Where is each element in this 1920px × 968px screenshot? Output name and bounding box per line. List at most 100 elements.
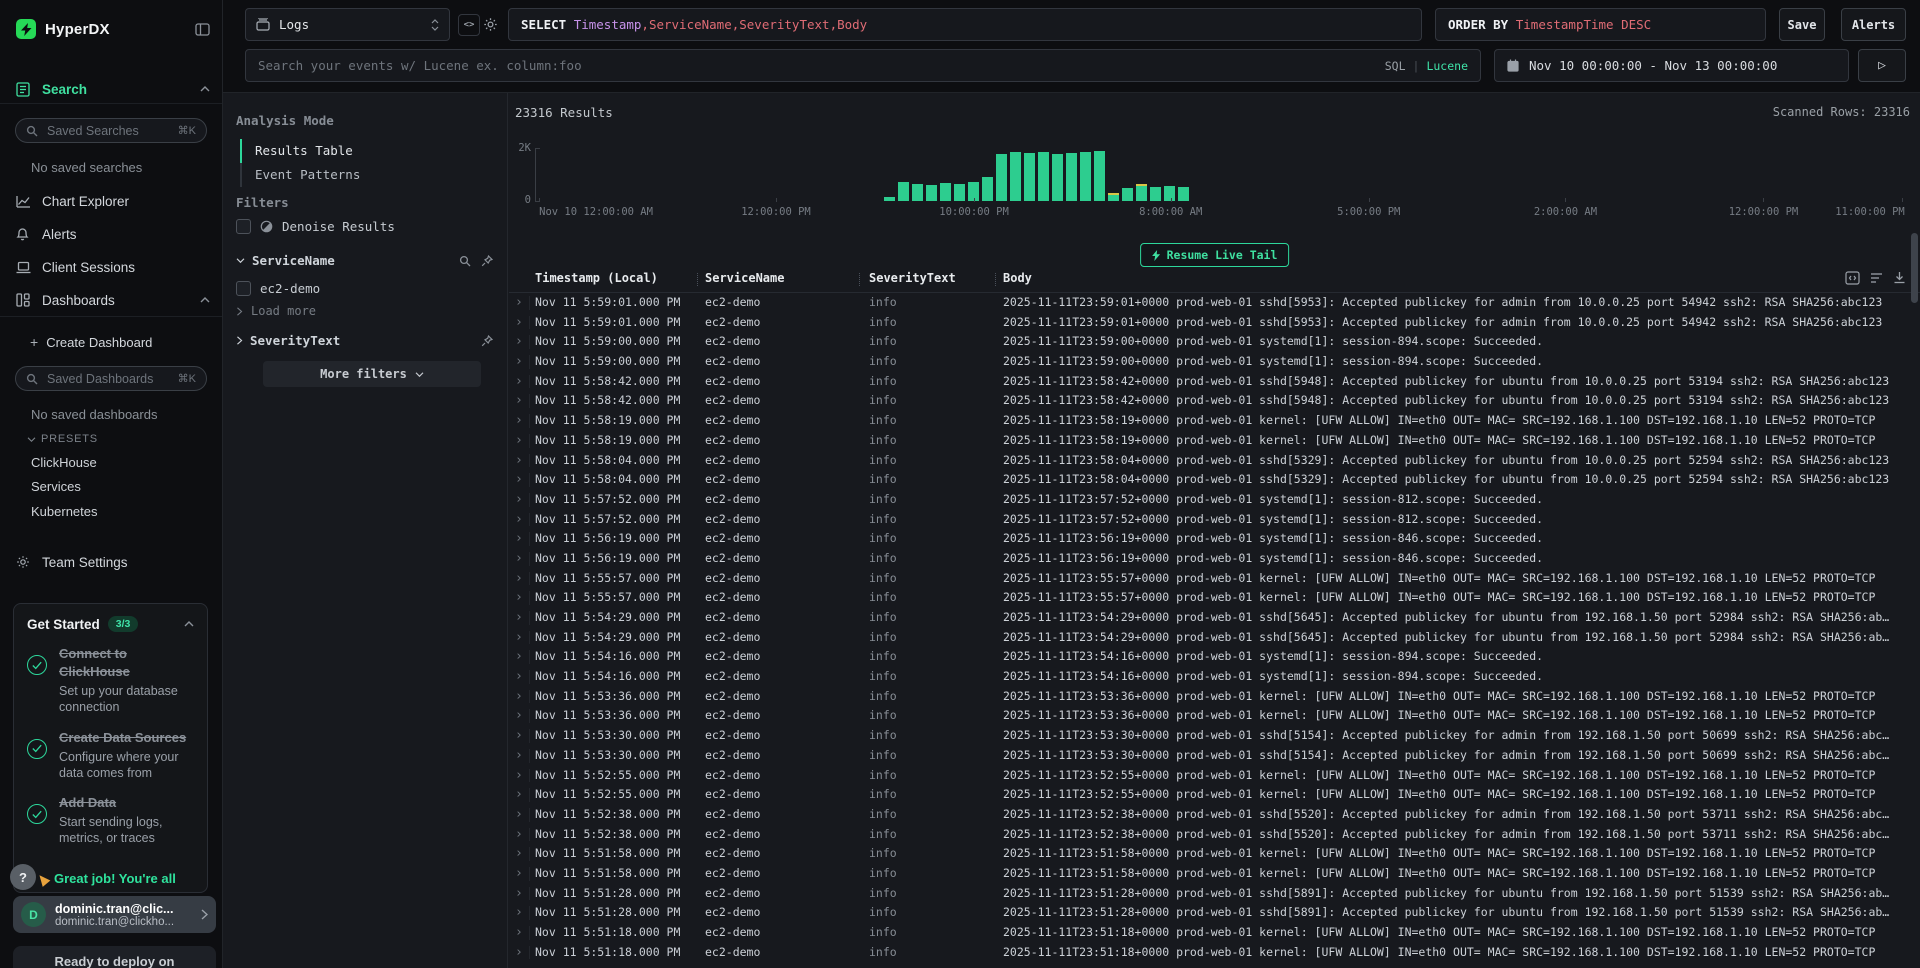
get-started-item[interactable]: Add DataStart sending logs, metrics, or … (27, 794, 194, 847)
chart-bar[interactable] (1024, 153, 1035, 201)
table-row[interactable]: ›Nov 11 5:51:58.000 PMec2-demoinfo2025-1… (509, 844, 1920, 864)
row-expand-icon[interactable]: › (515, 706, 523, 726)
preset-kubernetes[interactable]: Kubernetes (31, 504, 98, 519)
pin-icon[interactable] (481, 255, 493, 267)
row-expand-icon[interactable]: › (515, 529, 523, 549)
table-row[interactable]: ›Nov 11 5:56:19.000 PMec2-demoinfo2025-1… (509, 529, 1920, 549)
table-row[interactable]: ›Nov 11 5:54:29.000 PMec2-demoinfo2025-1… (509, 608, 1920, 628)
select-query-input[interactable]: SELECT Timestamp,ServiceName,SeverityTex… (508, 8, 1422, 41)
help-button[interactable]: ? (10, 864, 36, 890)
row-expand-icon[interactable]: › (515, 864, 523, 884)
table-row[interactable]: ›Nov 11 5:56:19.000 PMec2-demoinfo2025-1… (509, 549, 1920, 569)
denoise-checkbox-row[interactable]: Denoise Results (236, 219, 395, 234)
row-expand-icon[interactable]: › (515, 431, 523, 451)
chart-bar[interactable] (982, 177, 993, 201)
resume-live-tail-button[interactable]: Resume Live Tail (1140, 243, 1290, 267)
table-row[interactable]: ›Nov 11 5:51:28.000 PMec2-demoinfo2025-1… (509, 903, 1920, 923)
table-row[interactable]: ›Nov 11 5:58:42.000 PMec2-demoinfo2025-1… (509, 391, 1920, 411)
table-row[interactable]: ›Nov 11 5:58:19.000 PMec2-demoinfo2025-1… (509, 411, 1920, 431)
mode-event-patterns[interactable]: Event Patterns (240, 163, 495, 187)
saved-searches-input[interactable]: ⌘K (15, 118, 207, 143)
row-expand-icon[interactable]: › (515, 903, 523, 923)
order-by-input[interactable]: ORDER BY TimestampTime DESC (1435, 8, 1766, 41)
chart-bar[interactable] (1038, 152, 1049, 201)
table-row[interactable]: ›Nov 11 5:59:01.000 PMec2-demoinfo2025-1… (509, 293, 1920, 313)
table-row[interactable]: ›Nov 11 5:54:16.000 PMec2-demoinfo2025-1… (509, 647, 1920, 667)
user-menu[interactable]: D dominic.tran@clic... dominic.tran@clic… (13, 896, 216, 933)
row-expand-icon[interactable]: › (515, 825, 523, 845)
filter-group-severitytext[interactable]: SeverityText (236, 333, 493, 348)
row-expand-icon[interactable]: › (515, 332, 523, 352)
checkbox[interactable] (236, 219, 251, 234)
column-divider[interactable] (697, 273, 698, 286)
save-button[interactable]: Save (1779, 8, 1825, 41)
download-icon[interactable] (1893, 271, 1906, 285)
sidebar-item-team-settings[interactable]: Team Settings (16, 551, 210, 573)
table-row[interactable]: ›Nov 11 5:59:00.000 PMec2-demoinfo2025-1… (509, 332, 1920, 352)
table-row[interactable]: ›Nov 11 5:55:57.000 PMec2-demoinfo2025-1… (509, 588, 1920, 608)
chart-bar[interactable] (1178, 187, 1189, 201)
row-expand-icon[interactable]: › (515, 569, 523, 589)
row-expand-icon[interactable]: › (515, 746, 523, 766)
mode-results-table[interactable]: Results Table (240, 139, 495, 163)
row-expand-icon[interactable]: › (515, 628, 523, 648)
chart-bar[interactable] (1150, 187, 1161, 201)
preset-clickhouse[interactable]: ClickHouse (31, 455, 97, 470)
chart-bar[interactable] (1164, 186, 1175, 201)
table-row[interactable]: ›Nov 11 5:53:36.000 PMec2-demoinfo2025-1… (509, 706, 1920, 726)
table-row[interactable]: ›Nov 11 5:55:57.000 PMec2-demoinfo2025-1… (509, 569, 1920, 589)
sidebar-collapse-icon[interactable] (195, 23, 210, 36)
table-row[interactable]: ›Nov 11 5:52:38.000 PMec2-demoinfo2025-1… (509, 825, 1920, 845)
preset-services[interactable]: Services (31, 479, 81, 494)
row-expand-icon[interactable]: › (515, 805, 523, 825)
lucene-toggle[interactable]: Lucene (1426, 59, 1468, 73)
row-expand-icon[interactable]: › (515, 490, 523, 510)
row-expand-icon[interactable]: › (515, 293, 523, 313)
table-row[interactable]: ›Nov 11 5:59:01.000 PMec2-demoinfo2025-1… (509, 313, 1920, 333)
code-view-button[interactable]: <> (458, 14, 480, 36)
row-expand-icon[interactable]: › (515, 451, 523, 471)
pin-icon[interactable] (481, 335, 493, 347)
row-expand-icon[interactable]: › (515, 313, 523, 333)
row-expand-icon[interactable]: › (515, 588, 523, 608)
table-row[interactable]: ›Nov 11 5:59:00.000 PMec2-demoinfo2025-1… (509, 352, 1920, 372)
row-expand-icon[interactable]: › (515, 510, 523, 530)
column-divider[interactable] (859, 273, 860, 286)
table-row[interactable]: ›Nov 11 5:58:19.000 PMec2-demoinfo2025-1… (509, 431, 1920, 451)
source-select[interactable]: Logs (245, 8, 450, 41)
more-filters-button[interactable]: More filters (263, 361, 481, 387)
column-divider[interactable] (995, 273, 996, 286)
row-expand-icon[interactable]: › (515, 352, 523, 372)
row-expand-icon[interactable]: › (515, 411, 523, 431)
table-row[interactable]: ›Nov 11 5:52:55.000 PMec2-demoinfo2025-1… (509, 766, 1920, 786)
language-toggle[interactable]: SQL | Lucene (1385, 50, 1468, 81)
chart-bar[interactable] (1052, 154, 1063, 201)
sidebar-item-client-sessions[interactable]: Client Sessions (16, 256, 210, 278)
chevron-up-icon[interactable] (184, 620, 194, 628)
table-row[interactable]: ›Nov 11 5:53:36.000 PMec2-demoinfo2025-1… (509, 687, 1920, 707)
chart-bar[interactable] (1108, 193, 1119, 201)
chart-bar[interactable] (1080, 152, 1091, 201)
filter-group-servicename[interactable]: ServiceName (236, 253, 493, 268)
table-row[interactable]: ›Nov 11 5:51:18.000 PMec2-demoinfo2025-1… (509, 943, 1920, 963)
sidebar-item-alerts[interactable]: Alerts (16, 223, 210, 245)
table-row[interactable]: ›Nov 11 5:54:16.000 PMec2-demoinfo2025-1… (509, 667, 1920, 687)
chart-bar[interactable] (1066, 153, 1077, 201)
row-expand-icon[interactable]: › (515, 391, 523, 411)
chart-bar[interactable] (898, 182, 909, 201)
row-expand-icon[interactable]: › (515, 647, 523, 667)
filter-value-ec2-demo[interactable]: ec2-demo (236, 281, 320, 296)
sidebar-item-chart-explorer[interactable]: Chart Explorer (16, 190, 210, 212)
chart-bar[interactable] (996, 154, 1007, 201)
table-row[interactable]: ›Nov 11 5:57:52.000 PMec2-demoinfo2025-1… (509, 510, 1920, 530)
scrollbar-thumb[interactable] (1911, 233, 1918, 303)
row-expand-icon[interactable]: › (515, 372, 523, 392)
chart-bar[interactable] (954, 184, 965, 201)
presets-toggle[interactable]: PRESETS (27, 433, 98, 445)
table-row[interactable]: ›Nov 11 5:53:30.000 PMec2-demoinfo2025-1… (509, 746, 1920, 766)
row-expand-icon[interactable]: › (515, 923, 523, 943)
chart-bar[interactable] (1122, 188, 1133, 201)
column-header-servicename[interactable]: ServiceName (705, 271, 784, 285)
table-row[interactable]: ›Nov 11 5:54:29.000 PMec2-demoinfo2025-1… (509, 628, 1920, 648)
load-more[interactable]: Load more (236, 304, 316, 318)
